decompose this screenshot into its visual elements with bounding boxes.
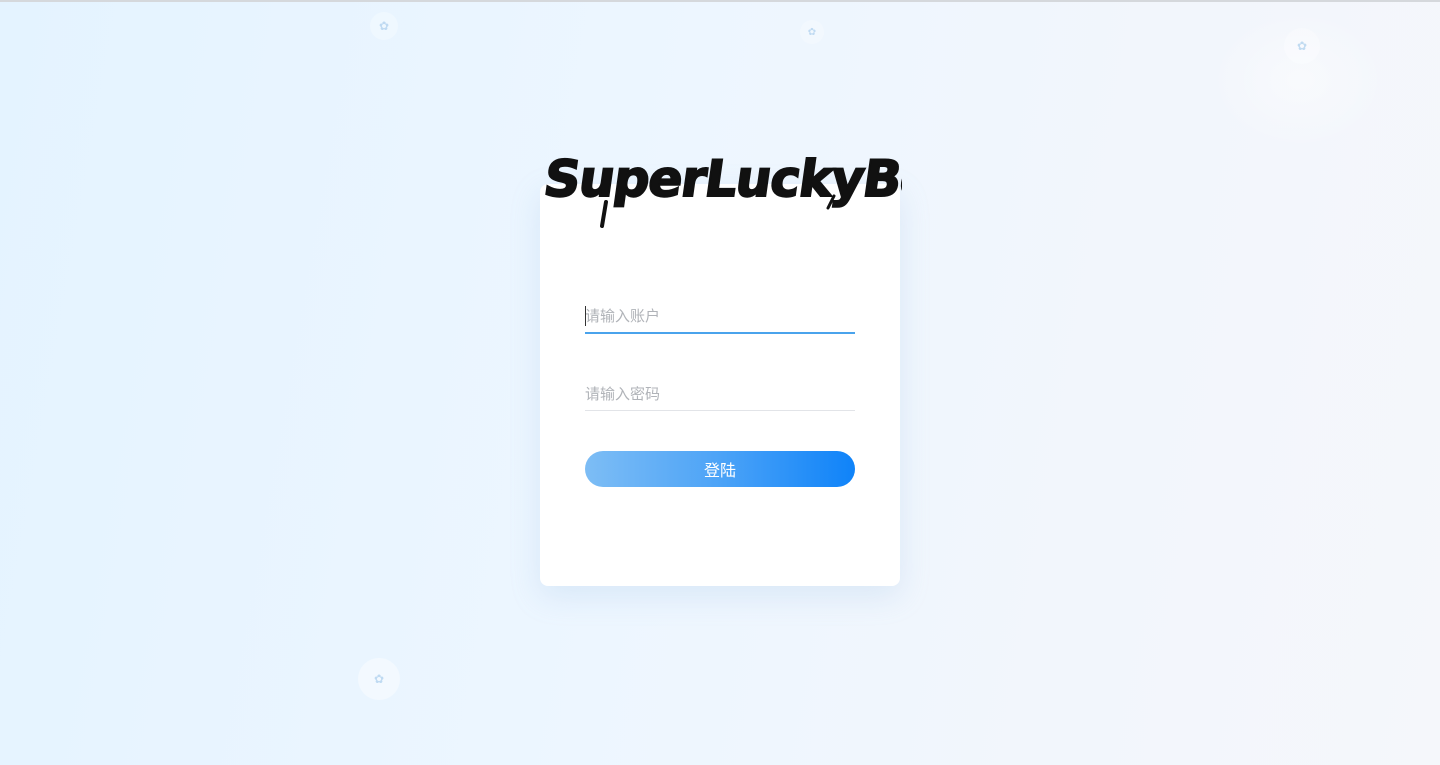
decor-icon: ✿	[1284, 28, 1320, 64]
login-button[interactable]: 登陆	[585, 451, 855, 487]
account-input[interactable]	[585, 300, 855, 334]
brand-logo-text: SuperLuckyBo	[540, 149, 902, 208]
brand-logo-graphic: SuperLuckyBo	[540, 148, 902, 228]
decor-icon: ✿	[370, 12, 398, 40]
text-caret	[585, 306, 586, 326]
password-input[interactable]	[585, 377, 855, 411]
login-button-label: 登陆	[703, 461, 736, 480]
top-divider	[0, 0, 1440, 2]
brand-logo: SuperLuckyBo	[540, 140, 902, 230]
decor-icon: ✿	[358, 658, 400, 700]
decor-icon: ✿	[800, 20, 824, 44]
